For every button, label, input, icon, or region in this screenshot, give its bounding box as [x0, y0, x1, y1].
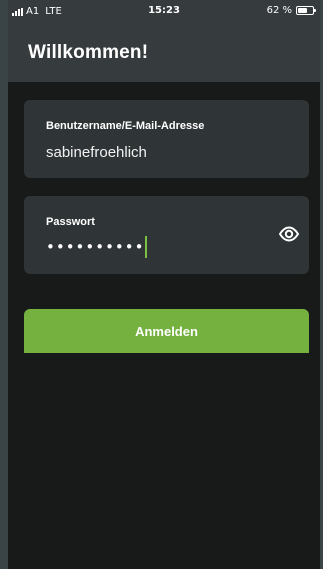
page-title: Willkommen! [28, 42, 149, 63]
status-bar: A1 LTE 15:23 62 % [8, 0, 320, 22]
login-button[interactable]: Anmelden [24, 309, 309, 353]
password-masked-value: •••••••••• [46, 238, 145, 256]
password-input[interactable]: •••••••••• [46, 236, 148, 258]
password-field[interactable]: Passwort •••••••••• [24, 196, 309, 274]
app-header: Willkommen! [8, 22, 320, 82]
battery-icon [296, 6, 316, 15]
password-label: Passwort [46, 216, 95, 228]
text-caret [145, 236, 148, 258]
app-screen: A1 LTE 15:23 62 % Willkommen! Benutzerna… [8, 0, 320, 569]
username-label: Benutzername/E-Mail-Adresse [46, 120, 205, 132]
username-input[interactable]: sabinefroehlich [46, 144, 147, 161]
username-field[interactable]: Benutzername/E-Mail-Adresse sabinefroehl… [24, 100, 309, 178]
battery-percent: 62 % [266, 5, 292, 16]
status-right: 62 % [266, 5, 316, 16]
eye-icon[interactable] [279, 226, 299, 242]
